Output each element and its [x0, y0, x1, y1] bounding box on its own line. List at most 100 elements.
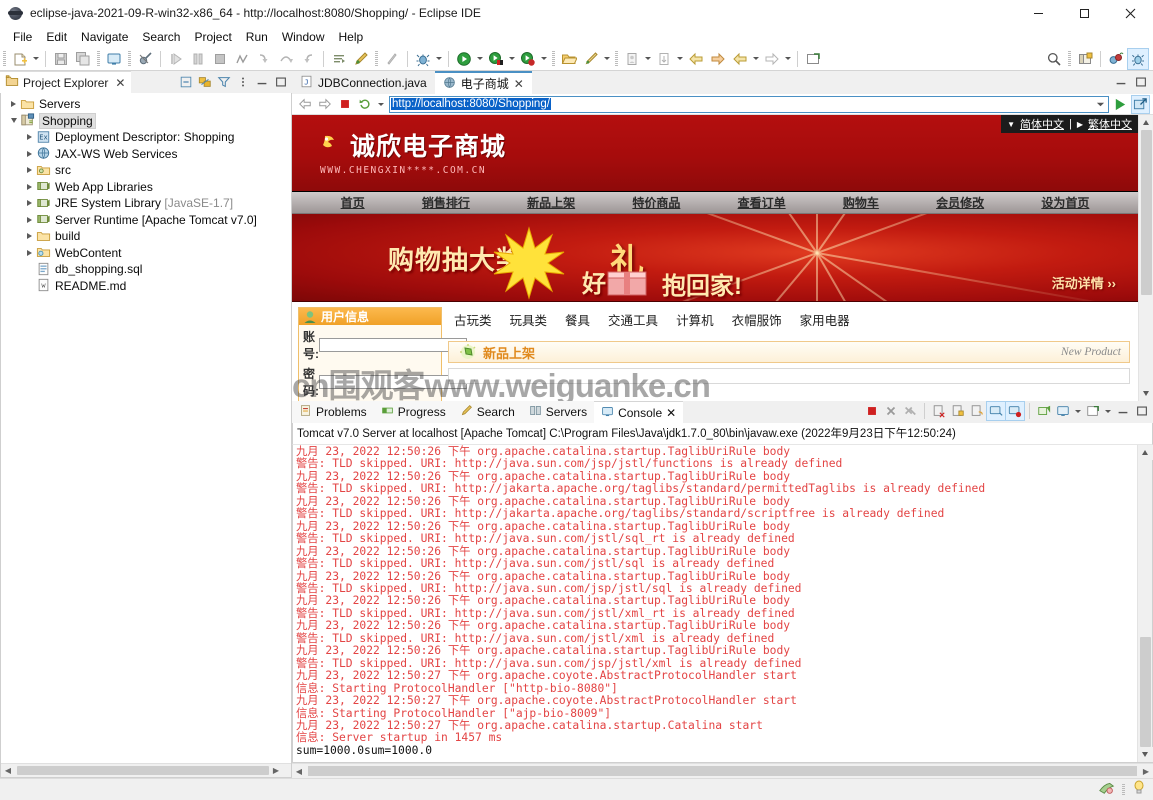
pin-console-icon[interactable]	[1035, 402, 1053, 420]
tab-jdbconnection-java[interactable]: J JDBConnection.java	[292, 71, 435, 94]
minimize-icon[interactable]	[1112, 73, 1130, 91]
menu-project[interactable]: Project	[187, 28, 238, 46]
forward-icon[interactable]	[708, 49, 728, 69]
nav-set-homepage[interactable]: 设为首页	[1041, 194, 1089, 211]
disconnect-icon[interactable]	[232, 49, 252, 69]
resume-icon[interactable]	[166, 49, 186, 69]
url-text[interactable]: http://localhost:8080/Shopping/	[391, 98, 551, 110]
toolbar-grip-3[interactable]	[128, 50, 131, 67]
nav-special-offers[interactable]: 特价商品	[632, 194, 680, 211]
site-logo[interactable]: 诚欣电子商城 WWW.CHENGXIN****.COM.CN	[320, 127, 506, 176]
suspend-icon[interactable]	[188, 49, 208, 69]
menu-navigate[interactable]: Navigate	[74, 28, 135, 46]
expand-arrow-icon[interactable]	[7, 101, 20, 108]
step-return-icon[interactable]	[298, 49, 318, 69]
tree-item-webcontent[interactable]: WebContent	[1, 245, 291, 262]
view-menu-icon[interactable]	[234, 73, 252, 91]
external-tools-icon[interactable]	[581, 49, 601, 69]
maximize-icon[interactable]	[1132, 73, 1150, 91]
maximize-icon[interactable]	[272, 73, 290, 91]
refresh-icon[interactable]	[356, 96, 373, 113]
chevron-down-icon[interactable]	[376, 94, 386, 114]
open-folder-icon[interactable]	[559, 49, 579, 69]
remove-all-launches-icon[interactable]	[901, 402, 919, 420]
close-icon[interactable]: ✕	[666, 406, 676, 420]
project-tree[interactable]: Servers Shopping Ex Deployment Descriptor: …	[1, 93, 291, 294]
minimize-icon[interactable]	[1114, 402, 1132, 420]
toolbar-grip-6[interactable]	[615, 50, 618, 67]
show-console-when-stdout-icon[interactable]	[986, 401, 1006, 421]
forward-icon[interactable]	[316, 96, 333, 113]
scroll-up-icon[interactable]	[1137, 445, 1153, 460]
java-ee-perspective-icon[interactable]	[1106, 49, 1126, 69]
run-icon[interactable]	[454, 49, 474, 69]
back-history-dropdown-icon[interactable]	[751, 49, 761, 69]
scroll-right-icon[interactable]: ▶	[1139, 764, 1153, 778]
expand-arrow-icon[interactable]	[23, 150, 36, 157]
tab-browser-dianzishangcheng[interactable]: 电子商城 ✕	[434, 71, 532, 94]
menu-search[interactable]: Search	[135, 28, 187, 46]
toolbar-grip-5[interactable]	[552, 50, 555, 67]
view-filter-icon[interactable]	[215, 73, 233, 91]
tree-item-server-runtime-apache-tomcat-v7-0[interactable]: Server Runtime [Apache Tomcat v7.0]	[1, 212, 291, 229]
nav-new-arrivals[interactable]: 新品上架	[527, 194, 575, 211]
menu-edit[interactable]: Edit	[39, 28, 74, 46]
open-console-dropdown-icon[interactable]	[1103, 401, 1113, 421]
remove-launch-icon[interactable]	[882, 402, 900, 420]
nav-sales-ranking[interactable]: 销售排行	[422, 194, 470, 211]
nav-home[interactable]: 首页	[341, 194, 365, 211]
open-external-icon[interactable]	[1131, 94, 1150, 114]
collapse-arrow-icon[interactable]	[7, 118, 20, 124]
smart-insert-icon[interactable]	[1098, 779, 1116, 800]
link-simplified-chinese[interactable]: 简体中文	[1020, 116, 1064, 132]
tab-console[interactable]: Console ✕	[594, 401, 684, 423]
run-as-server-dropdown-icon[interactable]	[507, 49, 517, 69]
open-console-icon[interactable]	[1084, 402, 1102, 420]
tab-problems[interactable]: Problems	[292, 401, 374, 423]
console-vertical-scrollbar[interactable]	[1137, 445, 1153, 762]
tab-project-explorer[interactable]: Project Explorer ✕	[0, 71, 132, 93]
category-vehicles[interactable]: 交通工具	[608, 310, 658, 329]
expand-arrow-icon[interactable]	[23, 183, 36, 190]
step-over-icon[interactable]	[276, 49, 296, 69]
tree-item-web-app-libraries[interactable]: Web App Libraries	[1, 179, 291, 196]
step-into-icon[interactable]	[254, 49, 274, 69]
external-tools-dropdown-icon[interactable]	[602, 49, 612, 69]
scroll-left-icon[interactable]: ◀	[292, 764, 306, 778]
tree-item-src[interactable]: src	[1, 162, 291, 179]
menu-help[interactable]: Help	[332, 28, 371, 46]
close-icon[interactable]: ✕	[514, 77, 524, 91]
show-console-when-stderr-icon[interactable]	[1005, 401, 1025, 421]
collapse-all-icon[interactable]	[177, 73, 195, 91]
next-annotation-dropdown-icon[interactable]	[675, 49, 685, 69]
nav-member-edit[interactable]: 会员修改	[936, 194, 984, 211]
clear-console-icon[interactable]	[930, 402, 948, 420]
tab-progress[interactable]: Progress	[373, 401, 453, 423]
toolbar-grip-2[interactable]	[97, 50, 100, 67]
nav-shopping-cart[interactable]: 购物车	[843, 194, 879, 211]
explorer-horizontal-scrollbar[interactable]: ◀ ▶	[1, 763, 291, 777]
scroll-down-icon[interactable]	[1138, 386, 1153, 401]
browser-vertical-scrollbar[interactable]	[1138, 115, 1153, 401]
link-traditional-chinese[interactable]: 繁体中文	[1088, 116, 1132, 132]
skip-breakpoints-icon[interactable]	[135, 49, 155, 69]
open-console-icon[interactable]	[104, 49, 124, 69]
new-java-project-icon[interactable]	[803, 49, 823, 69]
category-antiques[interactable]: 古玩类	[454, 310, 492, 329]
next-annotation-icon[interactable]	[654, 49, 674, 69]
category-toys[interactable]: 玩具类	[510, 310, 548, 329]
toolbar-grip[interactable]	[3, 50, 6, 67]
debug-perspective-icon[interactable]	[1127, 47, 1149, 70]
search-icon[interactable]	[1044, 49, 1064, 69]
tip-of-the-day-icon[interactable]	[1131, 779, 1147, 800]
minimize-button[interactable]	[1015, 0, 1061, 26]
last-edit-location-icon[interactable]	[329, 49, 349, 69]
scroll-down-icon[interactable]	[1137, 747, 1153, 762]
category-clothing[interactable]: 衣帽服饰	[732, 310, 782, 329]
console-output-text[interactable]: 九月 23, 2022 12:50:26 下午 org.apache.catal…	[293, 445, 1137, 762]
perspective-grip[interactable]	[1068, 50, 1071, 67]
save-icon[interactable]	[51, 49, 71, 69]
category-computers[interactable]: 计算机	[676, 310, 714, 329]
stop-icon[interactable]	[336, 96, 353, 113]
category-tableware[interactable]: 餐具	[565, 310, 590, 329]
